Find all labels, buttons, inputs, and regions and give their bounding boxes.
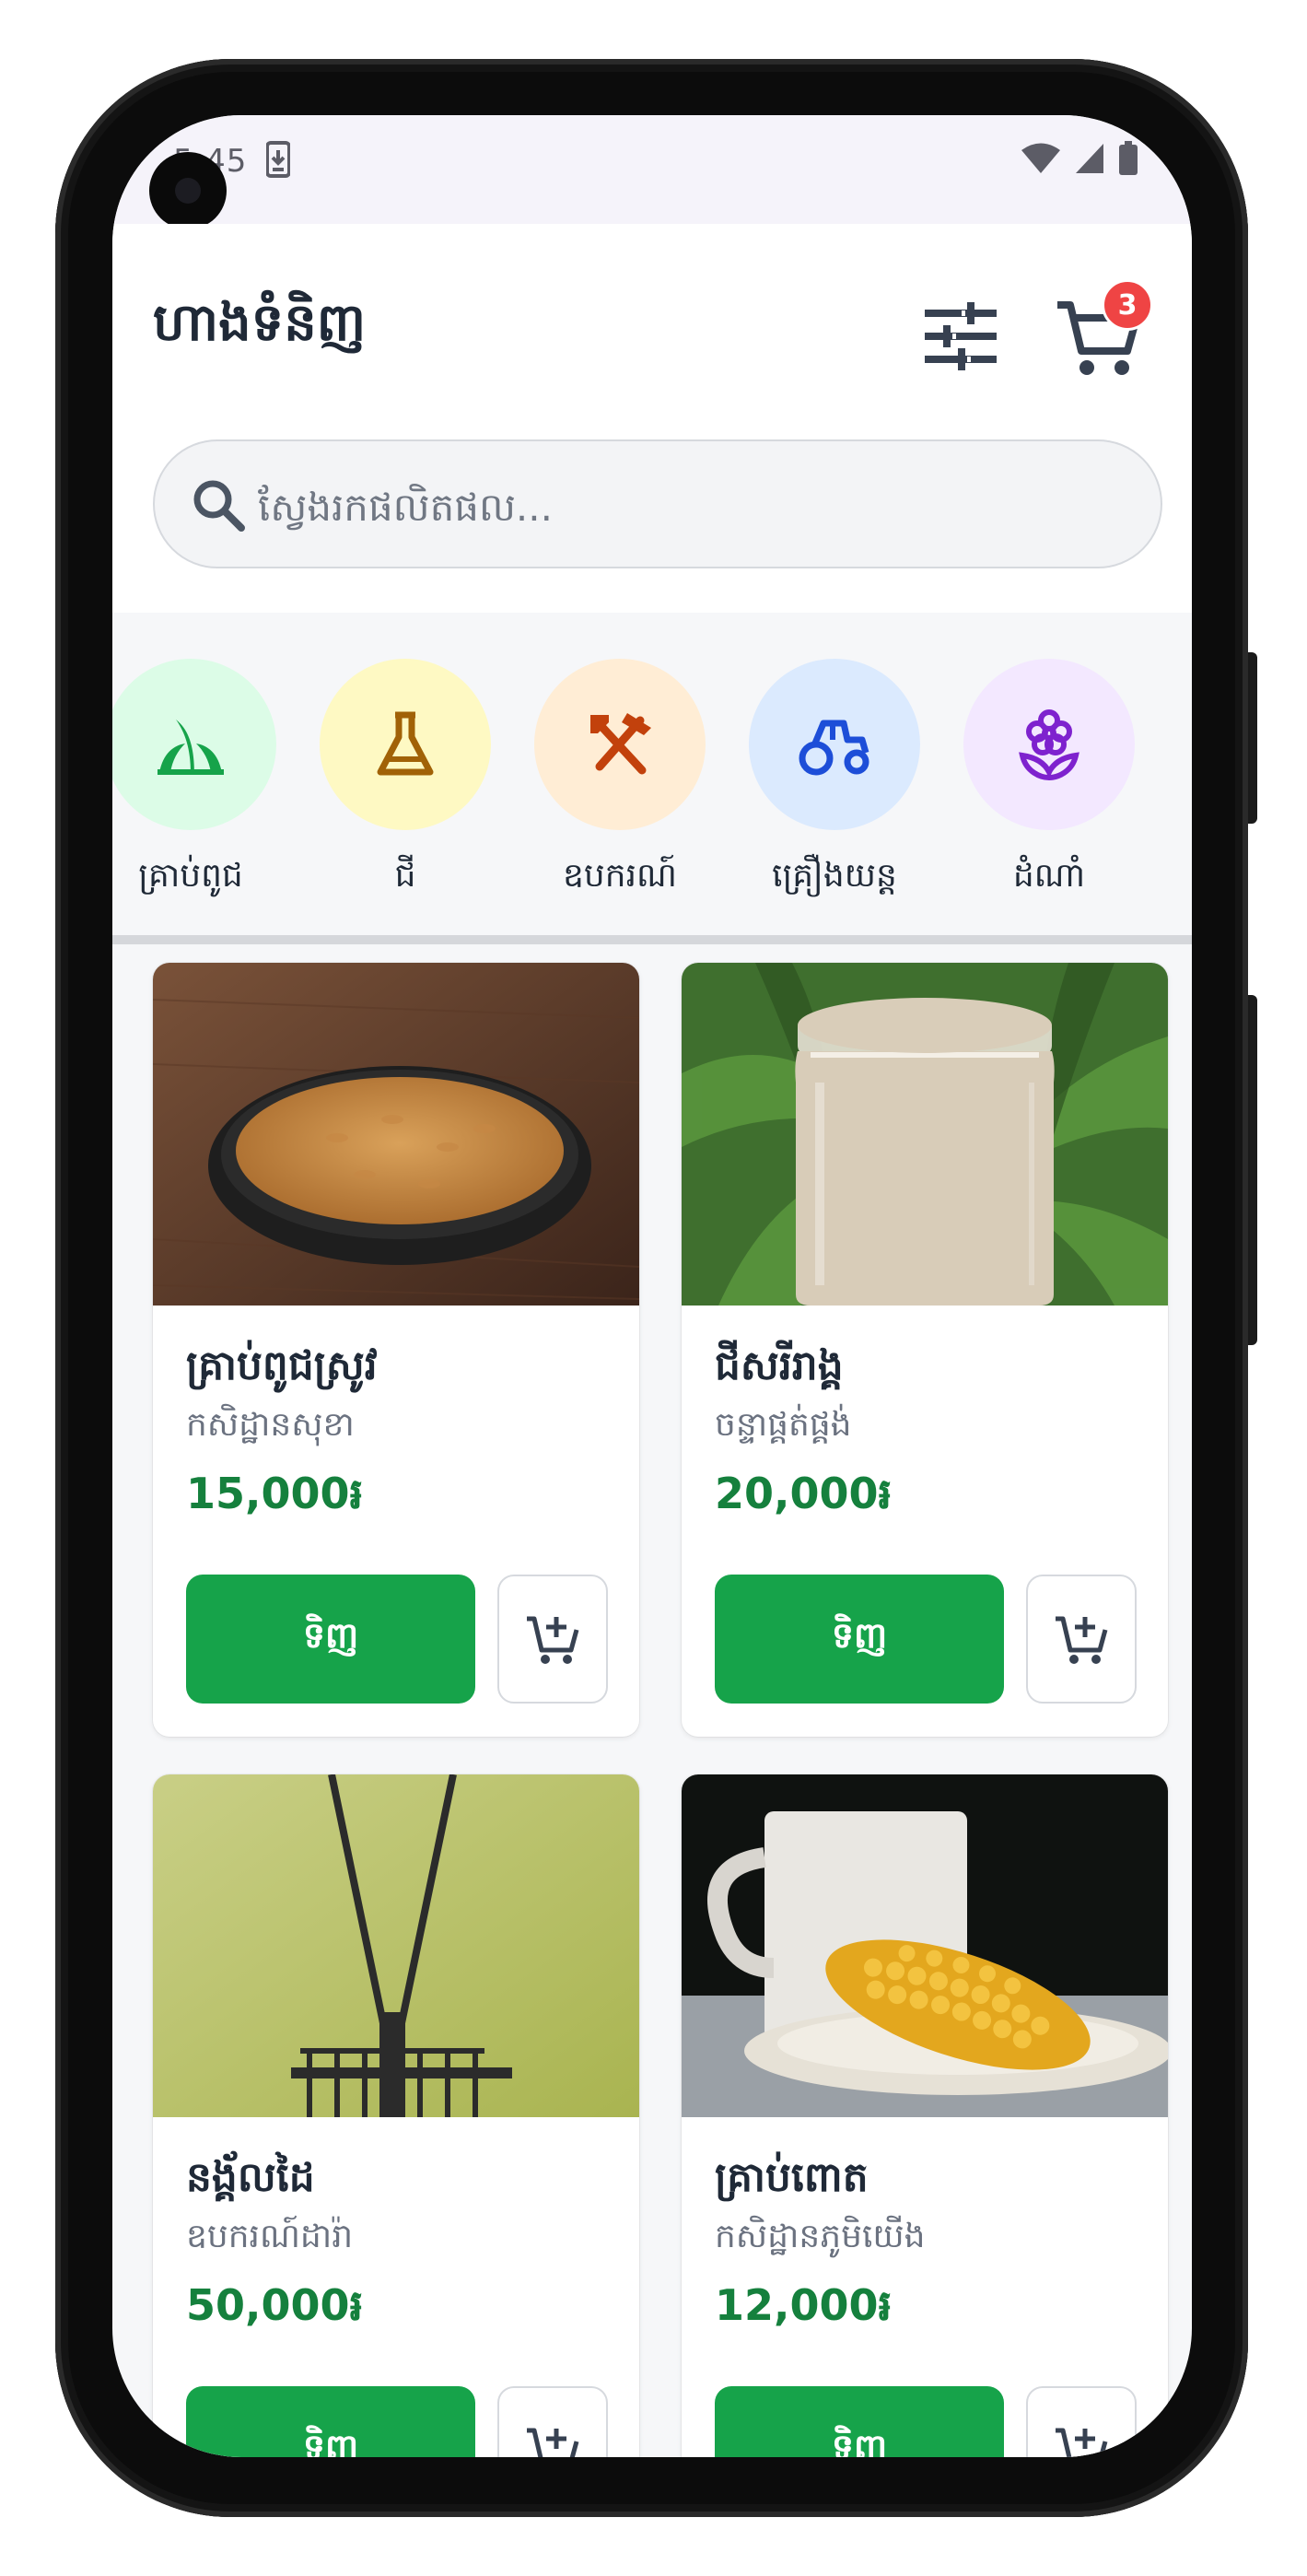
filter-button[interactable] [919,295,1002,378]
add-to-cart-button[interactable] [497,2386,608,2457]
add-to-cart-button[interactable] [1026,1575,1137,1704]
product-seller: ឧបករណ៍ដារ៉ា [186,2218,354,2255]
flower-icon [1019,709,1079,781]
product-seller: កសិដ្ឋានភូមិយើង [715,2218,926,2255]
category-fertilizer-circle [320,659,491,830]
buy-button[interactable]: ទិញ [186,1575,475,1704]
category-label: ដំណាំ [1012,857,1086,895]
buy-button[interactable]: ទិញ [715,2386,1004,2457]
product-price: 15,000៛ [186,1469,364,1518]
category-label: គ្រាប់ពូជ [138,857,243,895]
category-label: ជី [394,857,416,895]
sprout-icon [158,720,224,775]
category-label: គ្រឿងយន្ត [772,857,897,895]
product-seller: កសិដ្ឋានសុខា [186,1406,355,1444]
category-machinery-circle [749,659,920,830]
add-to-cart-button[interactable] [1026,2386,1137,2457]
buy-button[interactable]: ទិញ [186,2386,475,2457]
product-price: 50,000៛ [186,2280,364,2330]
product-name: គ្រាប់ពូជស្រូវ [186,1342,378,1389]
product-image-corn-seeds [682,1774,1168,2117]
category-tools[interactable]: ឧបករណ៍ [528,659,712,903]
product-card[interactable]: គ្រាប់ពោត កសិដ្ឋានភូមិយើង 12,000៛ ទិញ [682,1774,1168,2457]
product-seller: ចន្ទាផ្គត់ផ្គង់ [715,1406,852,1444]
wifi-icon [1021,142,1061,179]
product-name: ជីសរីរាង្គ [715,1342,844,1389]
product-price: 12,000៛ [715,2280,893,2330]
product-price: 20,000៛ [715,1469,893,1518]
search-input[interactable] [256,467,1126,546]
battery-icon [1118,141,1138,180]
page-title: ហាងទំនិញ [153,293,367,353]
sliders-icon [925,302,997,370]
buy-button[interactable]: ទិញ [715,1575,1004,1704]
power-button [1248,652,1257,824]
product-card[interactable]: ជីសរីរាង្គ ចន្ទាផ្គត់ផ្គង់ 20,000៛ ទិញ [682,963,1168,1737]
add-to-cart-icon [527,1616,579,1664]
search-bar[interactable] [153,439,1162,568]
category-machinery[interactable]: គ្រឿងយន្ត [742,659,927,903]
add-to-cart-button[interactable] [497,1575,608,1704]
category-seeds-circle [112,659,276,830]
search-icon [190,476,247,537]
add-to-cart-icon [1056,2428,1108,2457]
product-card[interactable]: នង្គ័លដៃ ឧបករណ៍ដារ៉ា 50,000៛ ទិញ [153,1774,639,2457]
flask-icon [377,711,434,776]
product-name: គ្រាប់ពោត [715,2154,869,2201]
add-to-cart-icon [1056,1616,1108,1664]
front-camera [149,152,227,229]
product-card[interactable]: គ្រាប់ពូជស្រូវ កសិដ្ឋានសុខា 15,000៛ ទិញ [153,963,639,1737]
volume-button [1248,995,1257,1345]
category-divider [112,935,1192,944]
product-image-hand-plow [153,1774,639,2117]
product-name: នង្គ័លដៃ [186,2154,315,2201]
category-crops[interactable]: ដំណាំ [957,659,1141,903]
category-label: ឧបករណ៍ [563,857,677,895]
app-screen: 5:45 ហាងទំនិញ [112,115,1192,2457]
category-fertilizer[interactable]: ជី [313,659,497,903]
cart-count-badge: 3 [1102,279,1153,331]
add-to-cart-icon [527,2428,579,2457]
category-crops-circle [963,659,1135,830]
category-seeds[interactable]: គ្រាប់ពូជ [112,659,283,903]
product-image-rice-seeds [153,963,639,1306]
tractor-icon [799,720,869,776]
tools-icon [590,713,651,775]
download-icon [265,141,291,181]
product-image-organic-fertilizer [682,963,1168,1306]
category-tools-circle [534,659,706,830]
signal-icon [1074,142,1105,179]
status-bar: 5:45 [112,115,1192,224]
